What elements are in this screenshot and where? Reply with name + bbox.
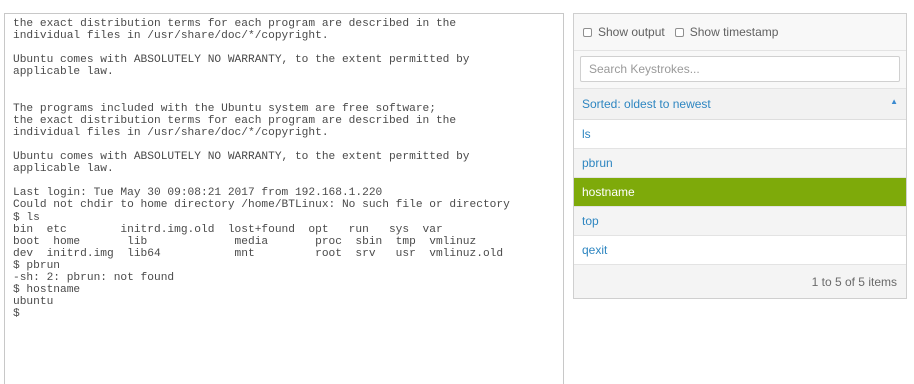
show-timestamp-label: Show timestamp [689, 25, 779, 39]
keystroke-label: pbrun [582, 156, 613, 170]
keystroke-row[interactable]: qexit [574, 236, 906, 265]
list-footer: 1 to 5 of 5 items [574, 265, 906, 298]
keystroke-panel: Show output Show timestamp Sorted: oldes… [573, 13, 907, 299]
keystroke-label: top [582, 214, 599, 228]
keystroke-label: ls [582, 127, 591, 141]
keystroke-label: qexit [582, 243, 608, 257]
show-timestamp-checkbox[interactable] [674, 27, 684, 37]
keystroke-row[interactable]: top [574, 207, 906, 236]
keystroke-label: hostname [582, 185, 635, 199]
sort-header[interactable]: Sorted: oldest to newest ▲ [574, 89, 906, 120]
terminal-text: the exact distribution terms for each pr… [13, 18, 510, 321]
keystroke-row[interactable]: ls [574, 120, 906, 149]
display-options: Show output Show timestamp [574, 14, 906, 51]
terminal-output[interactable]: the exact distribution terms for each pr… [4, 13, 564, 384]
item-count: 1 to 5 of 5 items [811, 274, 897, 289]
sort-ascending-icon[interactable]: ▲ [890, 97, 898, 106]
show-output-option[interactable]: Show output [583, 25, 665, 39]
search-keystrokes-input[interactable] [580, 56, 900, 82]
search-area [574, 51, 906, 89]
show-output-label: Show output [598, 25, 665, 39]
keystroke-row[interactable]: hostname [574, 178, 906, 207]
keystroke-list: ls pbrun hostname top qexit [574, 120, 906, 265]
show-output-checkbox[interactable] [583, 27, 592, 37]
sort-label: Sorted: oldest to newest [582, 97, 711, 111]
show-timestamp-option[interactable]: Show timestamp [674, 25, 779, 39]
keystroke-row[interactable]: pbrun [574, 149, 906, 178]
